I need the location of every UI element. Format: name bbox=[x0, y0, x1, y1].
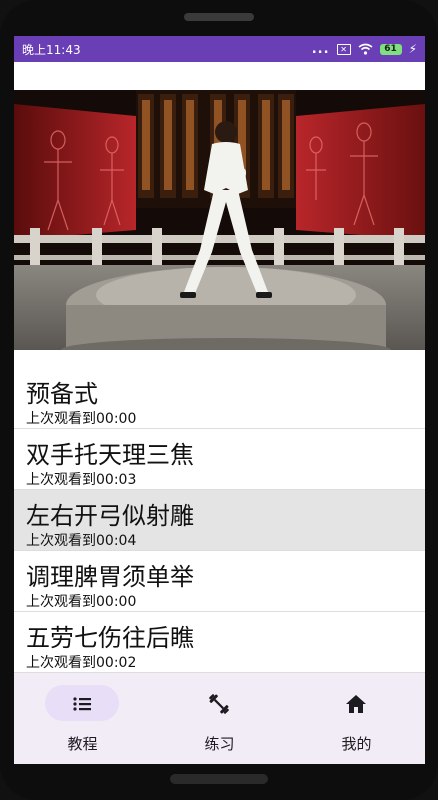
app-screen: 晚上11:43 ... ✕ 61 ⚡ 预备式 上次观看到00:00 双手托天理三… bbox=[14, 36, 425, 764]
nav-label-mine: 我的 bbox=[341, 735, 372, 753]
lesson-list: 预备式 上次观看到00:00 双手托天理三焦 上次观看到00:03 左右开弓似射… bbox=[14, 368, 425, 673]
lesson-progress: 上次观看到00:00 bbox=[26, 594, 137, 610]
home-icon bbox=[346, 695, 366, 713]
lesson-title: 调理脾胃须单举 bbox=[26, 563, 194, 591]
status-time: 晚上11:43 bbox=[22, 42, 81, 57]
status-icons: ... ✕ 61 ⚡ bbox=[312, 42, 417, 57]
status-bar: 晚上11:43 ... ✕ 61 ⚡ bbox=[14, 36, 425, 62]
nav-item-tutorial[interactable]: 教程 bbox=[14, 673, 151, 764]
video-frame-taichi bbox=[14, 90, 425, 350]
nav-item-mine[interactable]: 我的 bbox=[288, 673, 425, 764]
lesson-title: 五劳七伤往后瞧 bbox=[26, 624, 194, 652]
nav-label-practice: 练习 bbox=[204, 735, 235, 753]
list-icon bbox=[73, 697, 91, 711]
phone-speaker bbox=[184, 13, 254, 21]
nav-item-practice[interactable]: 练习 bbox=[151, 673, 288, 764]
more-dots-icon: ... bbox=[311, 41, 330, 57]
lesson-progress: 上次观看到00:02 bbox=[26, 655, 137, 671]
lesson-row[interactable]: 五劳七伤往后瞧 上次观看到00:02 bbox=[14, 612, 425, 673]
dumbbell-icon bbox=[209, 694, 229, 714]
battery-icon: 61 bbox=[379, 43, 402, 55]
bottom-navigation: 教程 练习 我的 bbox=[14, 673, 425, 764]
lesson-title: 双手托天理三焦 bbox=[26, 441, 194, 469]
lesson-row[interactable]: 预备式 上次观看到00:00 bbox=[14, 368, 425, 429]
lesson-progress: 上次观看到00:04 bbox=[26, 533, 137, 549]
lesson-row[interactable]: 双手托天理三焦 上次观看到00:03 bbox=[14, 429, 425, 490]
phone-bottom-bar bbox=[170, 774, 268, 784]
lesson-row-selected[interactable]: 左右开弓似射雕 上次观看到00:04 bbox=[14, 490, 425, 551]
sim-card-x-icon: ✕ bbox=[336, 43, 351, 55]
lightning-icon: ⚡ bbox=[408, 42, 417, 56]
video-player[interactable] bbox=[14, 90, 425, 350]
lesson-title: 左右开弓似射雕 bbox=[26, 502, 194, 530]
phone-frame: 晚上11:43 ... ✕ 61 ⚡ 预备式 上次观看到00:00 双手托天理三… bbox=[0, 0, 438, 800]
lesson-progress: 上次观看到00:00 bbox=[26, 411, 137, 427]
lesson-title: 预备式 bbox=[26, 380, 98, 408]
wifi-icon bbox=[358, 43, 373, 55]
lesson-row[interactable]: 调理脾胃须单举 上次观看到00:00 bbox=[14, 551, 425, 612]
nav-label-tutorial: 教程 bbox=[67, 735, 98, 753]
lesson-progress: 上次观看到00:03 bbox=[26, 472, 137, 488]
